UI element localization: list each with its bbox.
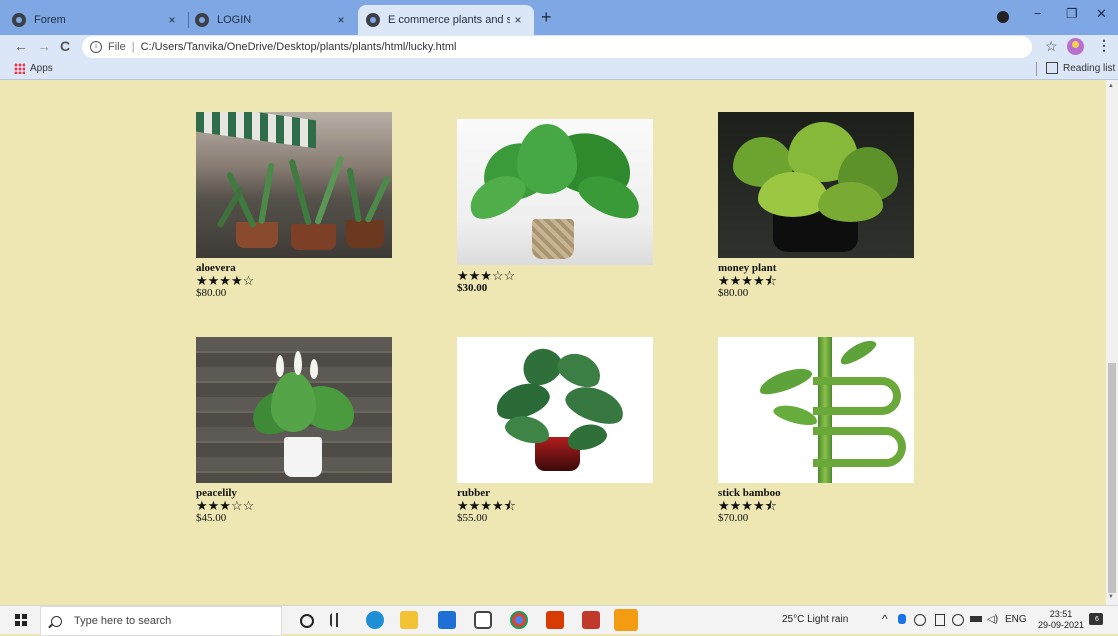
globe-icon bbox=[366, 13, 380, 27]
reading-list-icon bbox=[1046, 62, 1058, 74]
product-price: $30.00 bbox=[457, 282, 488, 294]
bookmark-divider bbox=[1036, 62, 1037, 76]
weather-widget[interactable]: 25°C Light rain bbox=[782, 614, 848, 625]
network-icon[interactable] bbox=[914, 614, 926, 626]
star-rating: ★★★☆☆ bbox=[457, 268, 516, 283]
bookmarks-bar: Apps Reading list bbox=[0, 59, 1118, 80]
browser-toolbar: ← → C i File | C:/Users/Tanvika/OneDrive… bbox=[0, 35, 1118, 59]
address-bar[interactable]: i File | C:/Users/Tanvika/OneDrive/Deskt… bbox=[82, 36, 1032, 58]
clock-date: 29-09-2021 bbox=[1038, 620, 1085, 630]
search-placeholder: Type here to search bbox=[74, 615, 172, 627]
peacelily-image bbox=[196, 337, 392, 483]
apps-shortcut[interactable]: Apps bbox=[14, 63, 53, 74]
product-card[interactable]: aloevera ★★★★☆ $80.00 bbox=[196, 112, 392, 300]
tab-label: E commerce plants and seeds pl bbox=[388, 14, 510, 26]
apps-label: Apps bbox=[30, 63, 53, 74]
product-card[interactable]: money plant ★★★★⯪ $80.00 bbox=[718, 112, 914, 300]
product-price: $70.00 bbox=[718, 512, 749, 524]
office-icon[interactable] bbox=[546, 611, 564, 629]
rubber-plant-image bbox=[457, 337, 653, 483]
star-rating: ★★★★⯪ bbox=[718, 498, 777, 513]
stick-bamboo-image bbox=[718, 337, 914, 483]
system-clock[interactable]: 23:51 29-09-2021 bbox=[1038, 609, 1084, 631]
reading-list-button[interactable]: Reading list bbox=[1046, 62, 1115, 74]
wifi-icon[interactable] bbox=[952, 614, 964, 626]
battery-icon[interactable] bbox=[970, 616, 982, 622]
scrollbar-thumb[interactable] bbox=[1108, 363, 1116, 593]
product-card[interactable]: stick bamboo ★★★★⯪ $70.00 bbox=[718, 337, 914, 525]
bookmark-star-icon[interactable]: ☆ bbox=[1045, 38, 1058, 55]
close-tab-icon[interactable]: × bbox=[510, 13, 526, 27]
star-rating: ★★★★⯪ bbox=[457, 498, 516, 513]
taskbar-search[interactable]: Type here to search bbox=[40, 606, 282, 636]
product-card[interactable]: rubber ★★★★⯪ $55.00 bbox=[457, 337, 653, 525]
notification-count: 6 bbox=[1095, 616, 1099, 623]
aloevera-image bbox=[196, 112, 392, 258]
windows-start-icon[interactable] bbox=[15, 614, 27, 626]
page-content: aloevera ★★★★☆ $80.00 ★★★☆☆ $30.00 money… bbox=[0, 80, 1106, 605]
edge-icon[interactable] bbox=[366, 611, 384, 629]
search-icon bbox=[51, 615, 62, 627]
app-icon-vs[interactable] bbox=[582, 611, 600, 629]
url-text[interactable]: C:/Users/Tanvika/OneDrive/Desktop/plants… bbox=[141, 41, 457, 53]
areca-palm-image bbox=[457, 119, 653, 265]
volume-icon[interactable]: ◁) bbox=[987, 614, 998, 625]
scroll-down-arrow-icon[interactable]: ▼ bbox=[1108, 594, 1114, 600]
spotify-icon[interactable] bbox=[614, 609, 638, 631]
close-tab-icon[interactable]: × bbox=[164, 13, 180, 27]
app-icon[interactable] bbox=[474, 611, 492, 629]
tab-label: LOGIN bbox=[217, 14, 252, 26]
minimize-button[interactable]: − bbox=[1034, 6, 1042, 21]
product-price: $80.00 bbox=[196, 287, 227, 299]
tab-strip: Forem × LOGIN × E commerce plants and se… bbox=[0, 0, 1118, 35]
cortana-icon[interactable] bbox=[300, 614, 314, 628]
globe-icon bbox=[195, 13, 209, 27]
scheme-label: File bbox=[108, 41, 126, 53]
star-rating: ★★★★⯪ bbox=[718, 273, 777, 288]
profile-avatar[interactable] bbox=[1067, 38, 1084, 55]
windows-taskbar: Type here to search 25°C Light rain ^ ◁)… bbox=[0, 605, 1118, 636]
media-indicator-icon[interactable] bbox=[997, 11, 1009, 23]
page-scrollbar[interactable]: ▲ ▼ bbox=[1106, 80, 1118, 605]
back-button[interactable]: ← bbox=[14, 38, 28, 54]
onedrive-icon[interactable] bbox=[898, 614, 906, 624]
meet-now-icon[interactable] bbox=[935, 614, 945, 626]
close-tab-icon[interactable]: × bbox=[333, 13, 349, 27]
notification-center-icon[interactable]: 6 bbox=[1089, 613, 1103, 625]
money-plant-image bbox=[718, 112, 914, 258]
info-icon[interactable]: i bbox=[90, 41, 102, 53]
close-window-button[interactable]: ✕ bbox=[1096, 6, 1107, 22]
file-explorer-icon[interactable] bbox=[400, 611, 418, 629]
new-tab-button[interactable]: + bbox=[541, 8, 552, 26]
product-price: $45.00 bbox=[196, 512, 227, 524]
tab-ecommerce[interactable]: E commerce plants and seeds pl × bbox=[358, 5, 534, 35]
product-price: $80.00 bbox=[718, 287, 749, 299]
store-icon[interactable] bbox=[438, 611, 456, 629]
tab-login[interactable]: LOGIN × bbox=[189, 5, 357, 35]
menu-button[interactable]: ⋮ bbox=[1097, 37, 1111, 54]
apps-grid-icon bbox=[14, 63, 25, 74]
clock-time: 23:51 bbox=[1049, 609, 1073, 619]
product-card[interactable]: peacelily ★★★☆☆ $45.00 bbox=[196, 337, 392, 525]
product-card[interactable]: ★★★☆☆ $30.00 bbox=[457, 119, 653, 295]
scroll-up-arrow-icon[interactable]: ▲ bbox=[1108, 83, 1114, 89]
chrome-icon[interactable] bbox=[510, 611, 528, 629]
restore-button[interactable]: ❐ bbox=[1066, 6, 1078, 22]
tab-forem[interactable]: Forem × bbox=[0, 5, 188, 35]
language-indicator[interactable]: ENG bbox=[1005, 614, 1027, 625]
reading-list-label: Reading list bbox=[1063, 62, 1116, 74]
task-view-icon[interactable] bbox=[330, 613, 344, 627]
address-separator: | bbox=[131, 41, 135, 53]
forward-button[interactable]: → bbox=[37, 38, 51, 54]
star-rating: ★★★★☆ bbox=[196, 273, 255, 288]
reload-button[interactable]: C bbox=[60, 38, 70, 54]
tab-label: Forem bbox=[34, 14, 66, 26]
product-price: $55.00 bbox=[457, 512, 488, 524]
star-rating: ★★★☆☆ bbox=[196, 498, 255, 513]
tray-expand-icon[interactable]: ^ bbox=[882, 612, 888, 626]
globe-icon bbox=[12, 13, 26, 27]
